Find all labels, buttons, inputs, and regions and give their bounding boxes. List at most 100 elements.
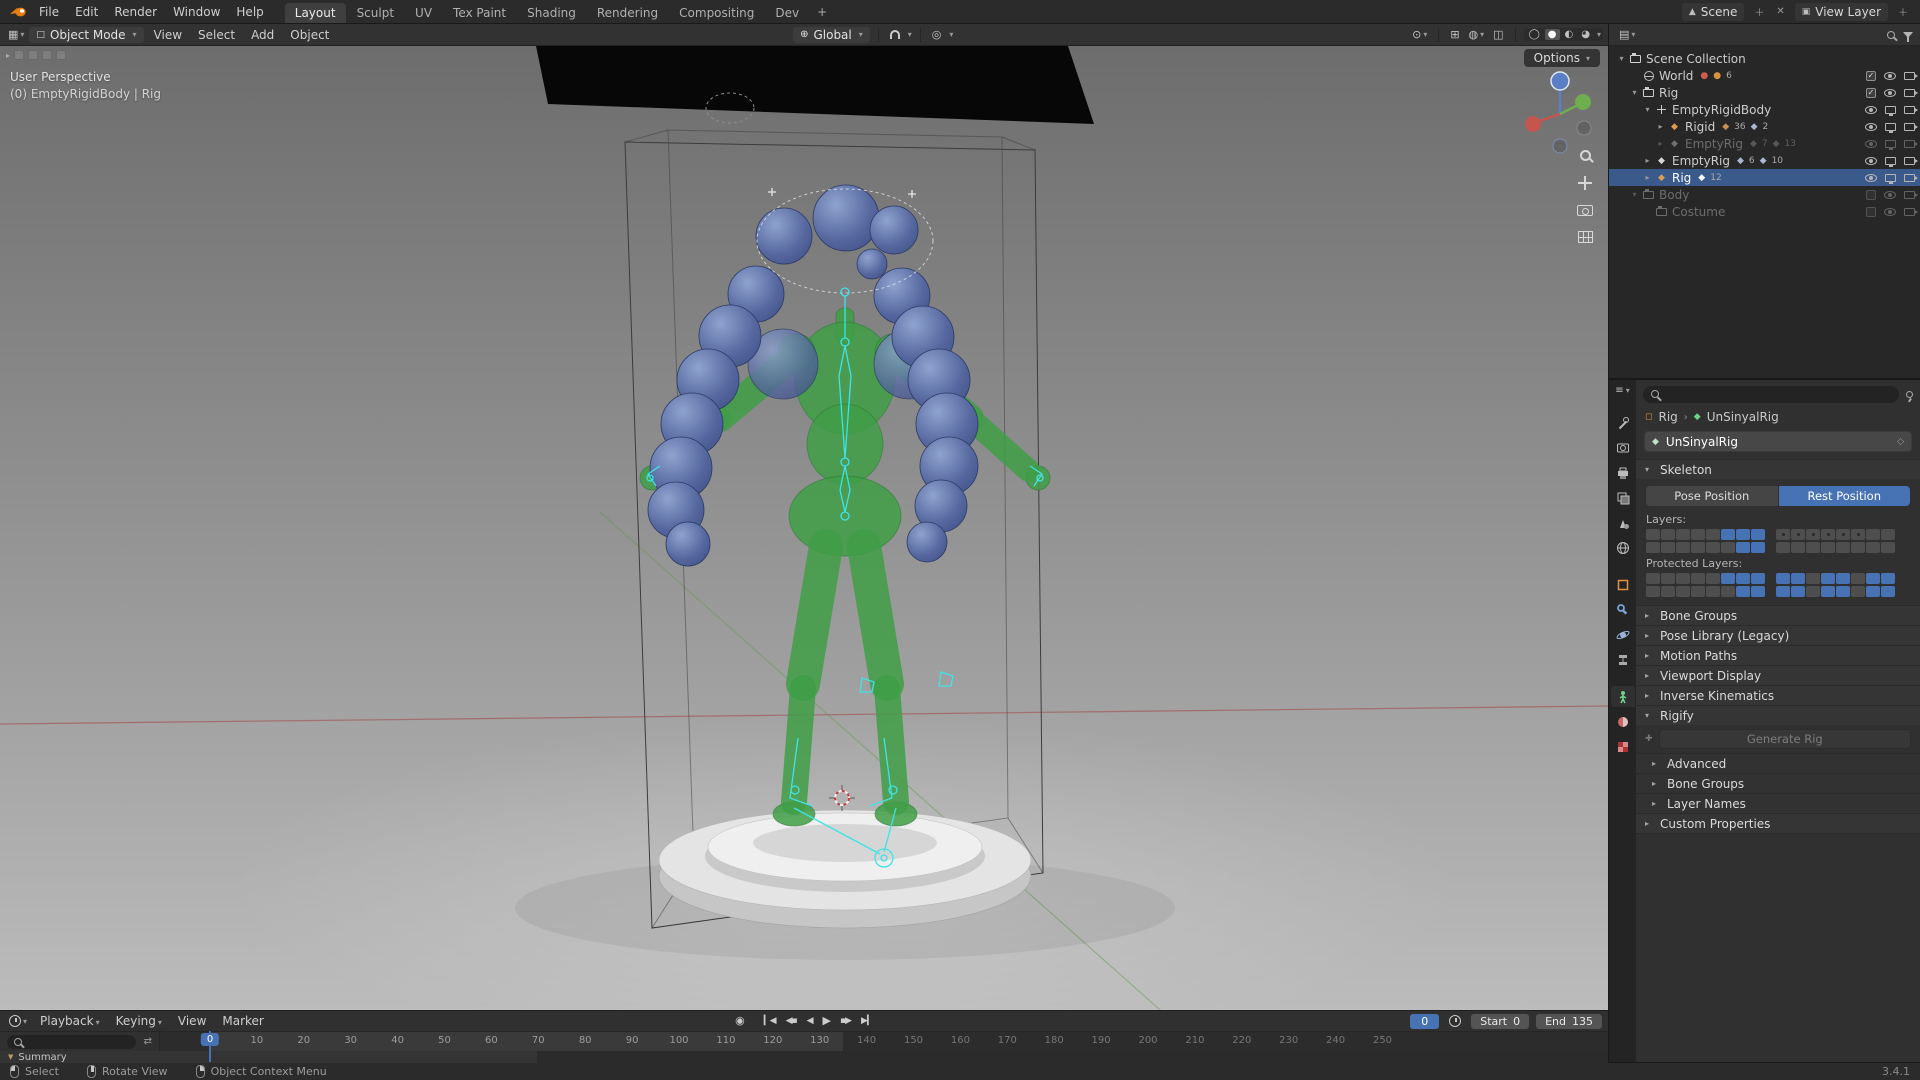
hide-eye-icon[interactable] bbox=[1884, 71, 1896, 80]
proportional-dropdown[interactable]: ▾ bbox=[949, 30, 953, 39]
layer-cell[interactable] bbox=[1676, 529, 1690, 540]
properties-tab-render[interactable] bbox=[1611, 437, 1635, 458]
zoom-icon[interactable] bbox=[1579, 150, 1591, 161]
toolbar-expand-arrow-icon[interactable]: ▸ bbox=[6, 51, 10, 60]
show-overlays-toggle[interactable]: ◍ ▾ bbox=[1466, 28, 1488, 41]
layer-cell[interactable] bbox=[1851, 529, 1865, 540]
xray-toggle[interactable]: ◫ bbox=[1490, 28, 1506, 41]
protected-layers-grid[interactable] bbox=[1646, 573, 1910, 597]
new-scene-button[interactable]: ＋ bbox=[1752, 4, 1766, 19]
add-workspace-button[interactable]: + bbox=[810, 5, 834, 19]
workspace-tab-dev[interactable]: Dev bbox=[765, 3, 809, 23]
playback-sync-icon[interactable] bbox=[1446, 1015, 1464, 1027]
new-view-layer-button[interactable]: ＋ bbox=[1896, 4, 1910, 19]
hide-eye-icon[interactable] bbox=[1865, 173, 1877, 182]
protected-layer-cell[interactable] bbox=[1721, 573, 1735, 584]
frame-start-field[interactable]: Start 0 bbox=[1471, 1013, 1530, 1029]
current-frame-field[interactable]: 0 bbox=[1410, 1013, 1440, 1029]
protected-layer-cell[interactable] bbox=[1676, 573, 1690, 584]
menu-file[interactable]: File bbox=[31, 3, 67, 21]
outliner-search-icon[interactable] bbox=[1887, 30, 1895, 39]
disable-viewport-icon[interactable] bbox=[1885, 173, 1896, 184]
hide-eye-icon[interactable] bbox=[1865, 105, 1877, 114]
layer-cell[interactable] bbox=[1721, 542, 1735, 553]
expand-toggle-icon[interactable]: ▾ bbox=[1628, 190, 1641, 199]
generate-rig-button[interactable]: Generate Rig bbox=[1658, 729, 1911, 749]
properties-tab-object-data[interactable] bbox=[1610, 686, 1635, 707]
disable-render-icon[interactable] bbox=[1904, 207, 1918, 216]
shading-material-button[interactable]: ◐ bbox=[1562, 29, 1577, 40]
layer-cell[interactable] bbox=[1691, 529, 1705, 540]
panel-rigify-layer-names[interactable]: ▸ Layer Names bbox=[1636, 793, 1920, 813]
snap-magnet-toggle[interactable] bbox=[887, 30, 903, 39]
panel-bone-groups[interactable]: ▸ Bone Groups bbox=[1636, 605, 1920, 625]
camera-view-icon[interactable] bbox=[1577, 205, 1593, 216]
disable-render-icon[interactable] bbox=[1904, 173, 1918, 182]
expand-toggle-icon[interactable]: ▾ bbox=[1615, 54, 1628, 63]
play-button[interactable]: ▶ bbox=[820, 1013, 833, 1028]
menu-edit[interactable]: Edit bbox=[67, 3, 106, 21]
expand-toggle-icon[interactable]: ▾ bbox=[1641, 105, 1654, 114]
expand-toggle-icon[interactable]: ▸ bbox=[1654, 122, 1667, 131]
summary-channel[interactable]: ▼ Summary bbox=[0, 1051, 537, 1063]
panel-skeleton[interactable]: ▾ Skeleton bbox=[1636, 459, 1920, 479]
properties-tab-constraints[interactable] bbox=[1611, 649, 1635, 670]
unlink-scene-button[interactable]: ✕ bbox=[1774, 6, 1786, 17]
outliner-row-emptyrig[interactable]: ▸ ◆ EmptyRig ◆ 6 ◆ 10 bbox=[1609, 152, 1920, 169]
layer-cell[interactable] bbox=[1721, 529, 1735, 540]
jump-to-start-button[interactable]: ▎◀ bbox=[761, 1015, 779, 1027]
panel-pose-library[interactable]: ▸ Pose Library (Legacy) bbox=[1636, 625, 1920, 645]
protected-layer-cell[interactable] bbox=[1751, 573, 1765, 584]
exclude-checkbox-icon[interactable]: ✓ bbox=[1866, 70, 1876, 81]
outliner-row-emptyrig[interactable]: ▸ ◆ EmptyRig ◆ 7 ◆ 13 bbox=[1609, 135, 1920, 152]
layer-cell[interactable] bbox=[1736, 542, 1750, 553]
hide-eye-icon[interactable] bbox=[1865, 122, 1877, 131]
protected-layer-cell[interactable] bbox=[1661, 573, 1675, 584]
properties-tab-modifiers[interactable] bbox=[1611, 599, 1635, 620]
summary-expand-icon[interactable]: ▼ bbox=[8, 1053, 13, 1061]
disable-viewport-icon[interactable] bbox=[1885, 139, 1896, 150]
protected-layer-cell[interactable] bbox=[1776, 573, 1790, 584]
panel-inverse-kinematics[interactable]: ▸ Inverse Kinematics bbox=[1636, 685, 1920, 705]
protected-layer-cell[interactable] bbox=[1851, 586, 1865, 597]
timeline-editor-type-icon[interactable]: ▾ bbox=[6, 1015, 30, 1027]
disable-render-icon[interactable] bbox=[1904, 88, 1918, 97]
viewport-menu-select[interactable]: Select bbox=[190, 26, 243, 44]
properties-tab-output[interactable] bbox=[1611, 462, 1635, 483]
protected-layer-cell[interactable] bbox=[1736, 586, 1750, 597]
outliner-row-rig[interactable]: ▾ Rig ✓ bbox=[1609, 84, 1920, 101]
disable-render-icon[interactable] bbox=[1904, 122, 1918, 131]
protected-layer-cell[interactable] bbox=[1836, 573, 1850, 584]
exclude-checkbox-icon[interactable] bbox=[1866, 189, 1876, 200]
outliner-row-world[interactable]: World ● ● 6 ✓ bbox=[1609, 67, 1920, 84]
armature-layers-grid[interactable] bbox=[1646, 529, 1910, 553]
properties-tab-object[interactable] bbox=[1611, 574, 1635, 595]
blender-logo-icon[interactable] bbox=[6, 5, 30, 19]
protected-layer-cell[interactable] bbox=[1646, 586, 1660, 597]
editor-type-selector[interactable]: ▦ ▾ bbox=[5, 28, 27, 41]
play-reverse-button[interactable]: ◀ bbox=[804, 1015, 816, 1027]
exclude-checkbox-icon[interactable]: ✓ bbox=[1866, 87, 1876, 98]
panel-rigify-bone-groups[interactable]: ▸ Bone Groups bbox=[1636, 773, 1920, 793]
disable-viewport-icon[interactable] bbox=[1885, 156, 1896, 167]
proportional-editing-toggle[interactable]: ◎ bbox=[929, 28, 945, 41]
navigation-gizmo[interactable] bbox=[1520, 66, 1600, 159]
properties-search-input[interactable] bbox=[1643, 385, 1899, 403]
hide-eye-icon[interactable] bbox=[1865, 156, 1877, 165]
layer-cell[interactable] bbox=[1706, 529, 1720, 540]
timeline-menu-keying[interactable]: Keying ▾ bbox=[108, 1012, 170, 1030]
protected-layer-cell[interactable] bbox=[1721, 586, 1735, 597]
show-gizmo-toggle[interactable]: ⊞ bbox=[1447, 28, 1462, 41]
disable-render-icon[interactable] bbox=[1904, 139, 1918, 148]
layer-cell[interactable] bbox=[1661, 529, 1675, 540]
workspace-tab-tex-paint[interactable]: Tex Paint bbox=[443, 3, 516, 23]
layer-cell[interactable] bbox=[1646, 529, 1660, 540]
pose-position-button[interactable]: Pose Position bbox=[1646, 486, 1778, 506]
protected-layer-cell[interactable] bbox=[1791, 586, 1805, 597]
outliner-row-body[interactable]: ▾ Body bbox=[1609, 186, 1920, 203]
outliner-filter-icon[interactable] bbox=[1903, 31, 1913, 42]
panel-motion-paths[interactable]: ▸ Motion Paths bbox=[1636, 645, 1920, 665]
exclude-checkbox-icon[interactable] bbox=[1866, 206, 1876, 217]
viewport-menu-object[interactable]: Object bbox=[282, 26, 337, 44]
layer-cell[interactable] bbox=[1821, 542, 1835, 553]
